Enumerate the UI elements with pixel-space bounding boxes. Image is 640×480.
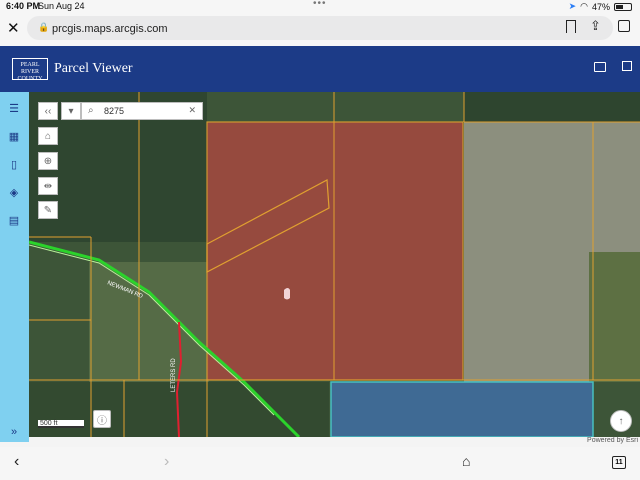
- basemap-gallery-icon[interactable]: ▦: [4, 126, 24, 146]
- forward-icon[interactable]: ›: [164, 453, 169, 471]
- status-time: 6:40 PM: [6, 1, 41, 11]
- road-label-leters: LETERS RD: [171, 358, 177, 392]
- compass-north-icon[interactable]: ↑: [610, 410, 632, 432]
- search-input[interactable]: ⌕ 8275 ✕: [81, 102, 203, 120]
- info-icon[interactable]: ⓘ: [93, 410, 111, 428]
- url-text[interactable]: prcgis.maps.arcgis.com: [52, 23, 168, 35]
- map-view[interactable]: NEWMAN RD LETERS RD: [29, 92, 640, 437]
- battery-icon: [614, 2, 632, 11]
- esri-attribution: Powered by Esri: [587, 437, 638, 444]
- print-panel-icon[interactable]: ▤: [4, 210, 24, 230]
- home-button[interactable]: ⌂: [38, 127, 58, 145]
- print-icon[interactable]: [594, 62, 606, 72]
- multitask-dots[interactable]: •••: [313, 0, 327, 9]
- search-icon: ⌕: [88, 105, 94, 116]
- search-value: 8275: [104, 106, 125, 116]
- browser-bottom-bar: ‹ › ⌂: [0, 447, 640, 480]
- bookmark-icon[interactable]: [566, 20, 576, 33]
- app-header: PEARL RIVER COUNTY Parcel Viewer: [0, 46, 640, 92]
- share-icon[interactable]: ⇪: [590, 18, 601, 34]
- clear-search-icon[interactable]: ✕: [188, 105, 196, 116]
- selected-parcel[interactable]: [206, 121, 464, 381]
- close-icon[interactable]: ✕: [7, 19, 20, 37]
- county-logo: PEARL RIVER COUNTY: [12, 58, 48, 82]
- scale-bar: 500 ft: [38, 420, 84, 428]
- left-sidebar: ☰ ▦ ▯ ◈ ▤ »: [0, 92, 29, 442]
- open-new-window-icon[interactable]: [622, 61, 632, 71]
- battery-percent: 47%: [591, 1, 610, 12]
- status-right: ➤ ◠ 47%: [569, 1, 632, 12]
- wifi-icon: ◠: [580, 1, 588, 11]
- back-icon[interactable]: ‹: [14, 453, 19, 471]
- browser-toolbar: ✕ 🔒 prcgis.maps.arcgis.com ⇪: [0, 12, 640, 46]
- legend-icon[interactable]: ☰: [4, 98, 24, 118]
- search-dropdown-button[interactable]: ▾: [61, 102, 81, 120]
- collapse-toolbar-button[interactable]: ‹‹: [38, 102, 58, 120]
- water-parcel[interactable]: [330, 381, 594, 437]
- clearing-area: [89, 262, 209, 382]
- lock-icon: 🔒: [38, 22, 50, 32]
- status-bar: 6:40 PM Sun Aug 24 ••• ➤ ◠ 47%: [0, 0, 640, 12]
- locate-button[interactable]: ⊕: [38, 152, 58, 170]
- forest-north: [464, 92, 640, 122]
- bookmarks-icon[interactable]: ▯: [4, 154, 24, 174]
- measure-button[interactable]: ⇹: [38, 177, 58, 195]
- location-icon: ➤: [568, 1, 577, 11]
- expand-sidebar-icon[interactable]: »: [4, 422, 24, 442]
- tab-count[interactable]: 11: [612, 456, 626, 469]
- draw-button[interactable]: ✎: [38, 201, 58, 219]
- home-icon[interactable]: ⌂: [462, 453, 470, 469]
- status-date: Sun Aug 24: [38, 1, 85, 11]
- aerial-imagery: NEWMAN RD LETERS RD: [29, 92, 640, 437]
- layers-icon[interactable]: ◈: [4, 182, 24, 202]
- app-title: Parcel Viewer: [54, 61, 133, 76]
- planted-pines: [589, 252, 640, 382]
- map-marker[interactable]: [284, 288, 290, 300]
- tabs-overview-icon[interactable]: [618, 20, 630, 32]
